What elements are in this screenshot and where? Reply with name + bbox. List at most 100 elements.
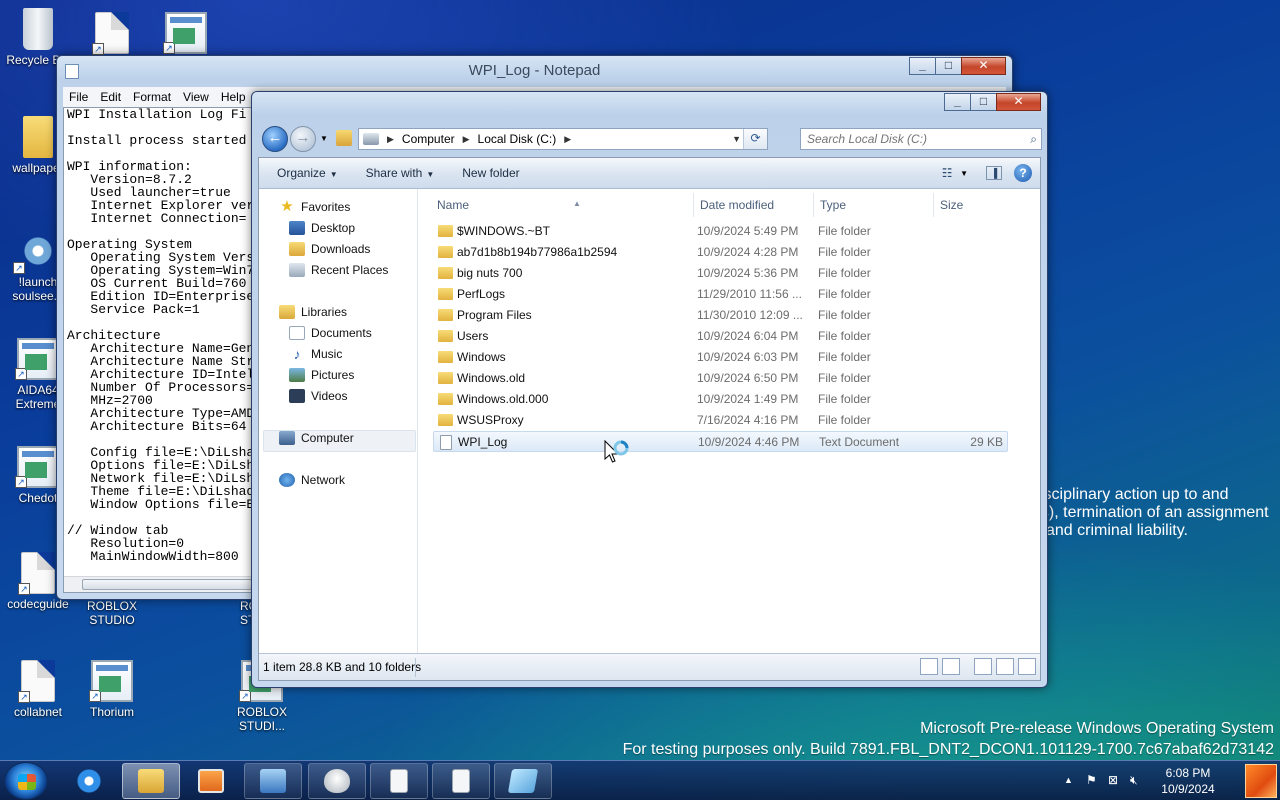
file-name: Windows xyxy=(457,350,506,364)
column-header-name[interactable]: Name ▲ xyxy=(431,193,693,217)
nav-videos[interactable]: Videos xyxy=(289,389,347,403)
new-folder-button[interactable]: New folder xyxy=(462,166,519,180)
large-icons-view-icon[interactable] xyxy=(942,658,960,675)
column-label: Date modified xyxy=(700,198,775,212)
gear-icon: ↗ xyxy=(13,230,59,274)
desktop-icon-shortcut-2[interactable]: ↗ xyxy=(148,12,224,57)
up-folder-icon[interactable] xyxy=(336,130,352,146)
nav-computer[interactable]: Computer xyxy=(279,431,354,445)
show-preview-icon[interactable] xyxy=(974,658,992,675)
search-box[interactable]: ⌕ xyxy=(800,128,1042,150)
taskbar-notepad[interactable] xyxy=(494,763,552,799)
preview-pane-icon[interactable]: ▐ xyxy=(986,166,1002,180)
explorer-window[interactable]: _ □ ✕ ← → ▼ ▶ Computer ▶ Local Disk (C:)… xyxy=(251,91,1048,688)
taskbar-mouse-app[interactable] xyxy=(308,763,366,799)
taskbar-clock[interactable]: 6:08 PM 10/9/2024 xyxy=(1158,765,1218,797)
address-dropdown-icon[interactable]: ▼ xyxy=(732,134,741,144)
action-center-flag-icon[interactable]: ⚑ xyxy=(1086,773,1097,787)
file-row[interactable]: big nuts 700 10/9/2024 5:36 PM File folder xyxy=(433,263,1008,284)
breadcrumb-chevron-icon[interactable]: ▶ xyxy=(387,134,394,145)
file-row[interactable]: PerfLogs 11/29/2010 11:56 ... File folder xyxy=(433,284,1008,305)
breadcrumb-local-disk[interactable]: Local Disk (C:) xyxy=(478,132,557,146)
maximize-button[interactable]: □ xyxy=(970,93,997,111)
taskbar-windows-explorer[interactable] xyxy=(122,763,180,799)
nav-documents[interactable]: Documents xyxy=(289,326,372,340)
nav-network[interactable]: Network xyxy=(279,473,345,487)
file-row[interactable]: $WINDOWS.~BT 10/9/2024 5:49 PM File folder xyxy=(433,221,1008,242)
taskbar-control-panel[interactable] xyxy=(244,763,302,799)
breadcrumb-chevron-icon[interactable]: ▶ xyxy=(463,134,470,145)
minimize-button[interactable]: _ xyxy=(909,57,936,75)
menu-format[interactable]: Format xyxy=(133,90,171,104)
show-desktop-button[interactable] xyxy=(1245,764,1277,798)
taskbar: ▲ ⚑ ⊠ 🔇︎ 6:08 PM 10/9/2024 xyxy=(0,760,1280,800)
minimize-button[interactable]: _ xyxy=(944,93,971,111)
search-input[interactable] xyxy=(807,132,1012,146)
nav-music[interactable]: ♪ Music xyxy=(289,347,343,361)
busy-cursor-icon xyxy=(604,440,629,463)
show-hidden-icons-icon[interactable]: ▲ xyxy=(1064,775,1073,785)
network-status-icon[interactable]: ⊠ xyxy=(1108,773,1118,787)
taskbar-document-1[interactable] xyxy=(370,763,428,799)
desktop-icon-shortcut-1[interactable]: ↗ xyxy=(74,12,150,57)
share-with-button[interactable]: Share with ▼ xyxy=(366,166,435,180)
recent-pages-chevron-icon[interactable]: ▼ xyxy=(320,134,328,143)
back-button[interactable]: ← xyxy=(262,126,288,152)
start-button[interactable] xyxy=(4,762,48,800)
menu-view[interactable]: View xyxy=(183,90,209,104)
nav-pictures[interactable]: Pictures xyxy=(289,368,354,382)
hide-nav-icon[interactable] xyxy=(996,658,1014,675)
nav-downloads[interactable]: Downloads xyxy=(289,242,370,256)
file-row[interactable]: WSUSProxy 7/16/2024 4:16 PM File folder xyxy=(433,410,1008,431)
chevron-down-icon[interactable]: ▼ xyxy=(960,169,968,178)
nav-label: Libraries xyxy=(301,305,348,319)
file-row[interactable]: Windows 10/9/2024 6:03 PM File folder xyxy=(433,347,1008,368)
file-row[interactable]: Users 10/9/2024 6:04 PM File folder xyxy=(433,326,1008,347)
search-icon[interactable]: ⌕ xyxy=(1030,132,1037,147)
layout-pane-icon[interactable] xyxy=(1018,658,1036,675)
status-divider xyxy=(415,658,416,677)
file-row[interactable]: Windows.old 10/9/2024 6:50 PM File folder xyxy=(433,368,1008,389)
nav-desktop[interactable]: Desktop xyxy=(289,221,355,235)
file-row[interactable]: Program Files 11/30/2010 12:09 ... File fo… xyxy=(433,305,1008,326)
nav-libraries[interactable]: Libraries xyxy=(279,305,347,319)
shortcut-arrow-icon: ↗ xyxy=(15,476,27,488)
taskbar-internet-explorer[interactable] xyxy=(60,763,118,799)
file-row[interactable]: WPI_Log 10/9/2024 4:46 PM Text Document 29 … xyxy=(433,431,1008,452)
taskbar-media-player[interactable] xyxy=(182,763,240,799)
nav-favorites[interactable]: ★ Favorites xyxy=(279,199,350,214)
file-row[interactable]: ab7d1b8b194b77986a1b2594 10/9/2024 4:28 P… xyxy=(433,242,1008,263)
desktop-icon-collabnet[interactable]: ↗ collabnet xyxy=(0,660,76,719)
address-bar[interactable]: ▶ Computer ▶ Local Disk (C:) ▶ ▼ ⟳ xyxy=(358,128,768,150)
scrollbar-thumb[interactable] xyxy=(82,579,252,590)
organize-button[interactable]: Organize ▼ xyxy=(277,166,338,180)
document-icon xyxy=(390,769,408,793)
breadcrumb-computer[interactable]: Computer xyxy=(402,132,455,146)
clock-date: 10/9/2024 xyxy=(1161,782,1215,796)
menu-file[interactable]: File xyxy=(69,90,88,104)
application-icon: ↗ xyxy=(15,446,59,488)
close-button[interactable]: ✕ xyxy=(961,57,1006,75)
taskbar-document-2[interactable] xyxy=(432,763,490,799)
column-header-type[interactable]: Type xyxy=(813,193,933,217)
details-view-icon[interactable] xyxy=(920,658,938,675)
forward-button[interactable]: → xyxy=(290,126,316,152)
refresh-button[interactable]: ⟳ xyxy=(743,129,767,149)
volume-muted-icon[interactable]: 🔇︎ xyxy=(1130,773,1138,788)
column-header-date[interactable]: Date modified xyxy=(693,193,813,217)
application-icon: ↗ xyxy=(163,12,207,54)
desktop-icon-thorium[interactable]: ↗ Thorium xyxy=(74,660,150,719)
shortcut-arrow-icon: ↗ xyxy=(13,262,25,274)
breadcrumb-chevron-icon[interactable]: ▶ xyxy=(564,134,571,145)
change-view-icon[interactable]: ☷ xyxy=(936,163,958,183)
nav-recent-places[interactable]: Recent Places xyxy=(289,263,388,277)
chevron-down-icon: ▼ xyxy=(329,170,338,179)
file-row[interactable]: Windows.old.000 10/9/2024 1:49 PM File fol… xyxy=(433,389,1008,410)
maximize-button[interactable]: □ xyxy=(935,57,962,75)
menu-help[interactable]: Help xyxy=(221,90,246,104)
help-icon[interactable]: ? xyxy=(1014,164,1032,182)
menu-edit[interactable]: Edit xyxy=(100,90,121,104)
close-button[interactable]: ✕ xyxy=(996,93,1041,111)
column-label: Type xyxy=(820,198,847,212)
column-header-size[interactable]: Size xyxy=(933,193,1013,217)
